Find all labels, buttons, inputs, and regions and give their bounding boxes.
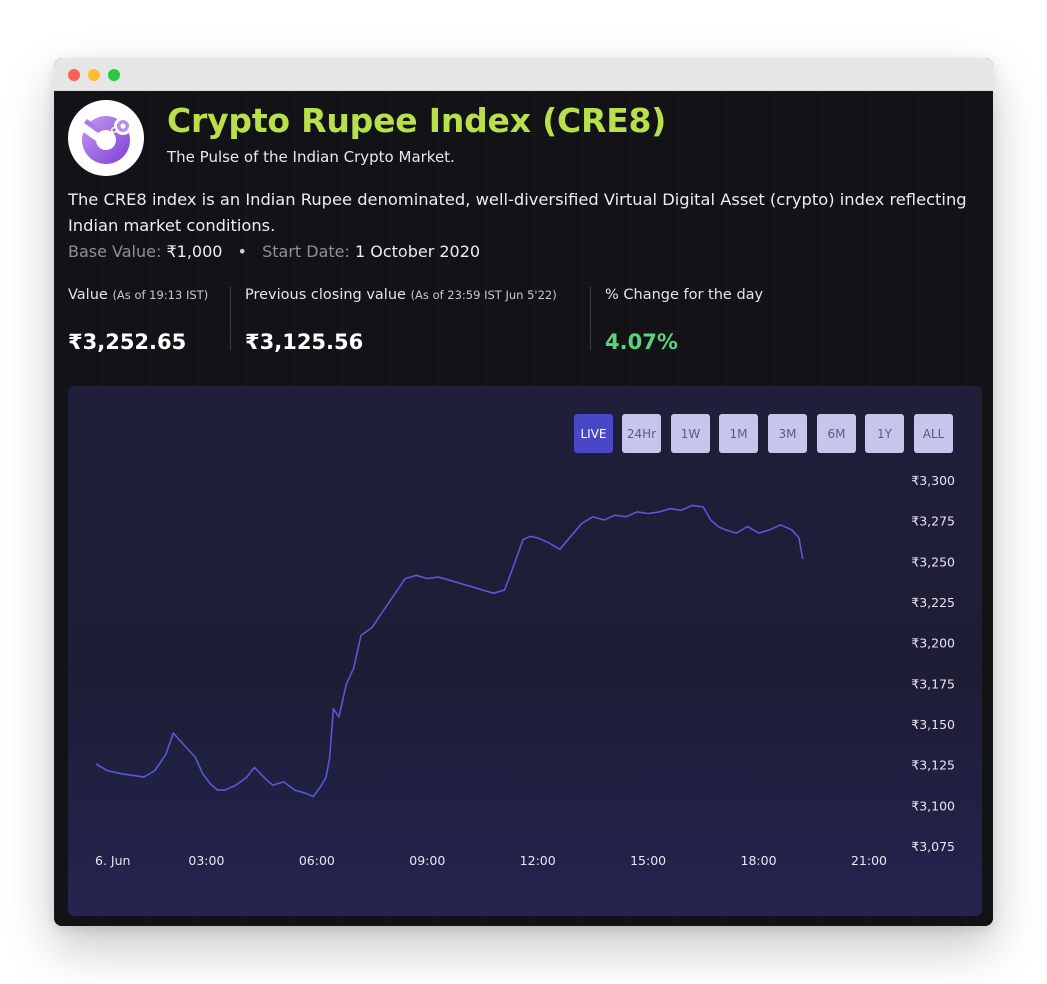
y-tick-label: ₹3,125 bbox=[911, 758, 955, 773]
current-value-timestamp: (As of 19:13 IST) bbox=[112, 288, 209, 302]
index-price-line bbox=[95, 504, 804, 798]
previous-close-timestamp: (As of 23:59 IST Jun 5'22) bbox=[410, 288, 557, 302]
x-tick-label: 15:00 bbox=[630, 853, 666, 868]
window-titlebar bbox=[54, 58, 993, 91]
page-tagline: The Pulse of the Indian Crypto Market. bbox=[167, 148, 455, 166]
stat-divider bbox=[230, 286, 231, 350]
index-meta: Base Value: ₹1,000 • Start Date: 1 Octob… bbox=[68, 242, 480, 261]
stat-divider bbox=[590, 286, 591, 350]
cre8-logo-icon bbox=[68, 100, 144, 176]
y-tick-label: ₹3,225 bbox=[911, 595, 955, 610]
y-tick-label: ₹3,200 bbox=[911, 636, 955, 651]
close-window-button[interactable] bbox=[68, 69, 80, 81]
current-value-label: Value (As of 19:13 IST) bbox=[68, 287, 208, 303]
y-tick-label: ₹3,150 bbox=[911, 717, 955, 732]
page-content: Crypto Rupee Index (CRE8) The Pulse of t… bbox=[54, 91, 993, 926]
previous-close-label: Previous closing value (As of 23:59 IST … bbox=[245, 287, 557, 303]
page-title: Crypto Rupee Index (CRE8) bbox=[167, 101, 667, 140]
x-tick-label: 09:00 bbox=[409, 853, 445, 868]
previous-close-stat: Previous closing value (As of 23:59 IST … bbox=[245, 287, 557, 354]
y-tick-label: ₹3,075 bbox=[911, 839, 955, 854]
current-value-amount: ₹3,252.65 bbox=[68, 330, 187, 354]
previous-close-amount: ₹3,125.56 bbox=[245, 330, 364, 354]
index-description: The CRE8 index is an Indian Rupee denomi… bbox=[68, 190, 967, 235]
y-tick-label: ₹3,100 bbox=[911, 798, 955, 813]
maximize-window-button[interactable] bbox=[108, 69, 120, 81]
x-tick-label: 06:00 bbox=[299, 853, 335, 868]
x-tick-label: 6. Jun bbox=[95, 853, 130, 868]
y-tick-label: ₹3,250 bbox=[911, 554, 955, 569]
y-tick-label: ₹3,275 bbox=[911, 514, 955, 529]
start-date: 1 October 2020 bbox=[354, 242, 481, 261]
x-tick-label: 18:00 bbox=[741, 853, 777, 868]
price-chart[interactable]: ₹3,300 ₹3,275 ₹3,250 ₹3,225 ₹3,200 ₹3,175 ₹3,1… bbox=[68, 386, 982, 916]
meta-separator: • bbox=[237, 242, 247, 261]
day-change-stat: % Change for the day 4.07% bbox=[605, 287, 764, 354]
x-tick-label: 03:00 bbox=[188, 853, 224, 868]
current-value-title: Value bbox=[68, 287, 108, 303]
day-change-label: % Change for the day bbox=[605, 287, 764, 303]
x-tick-label: 21:00 bbox=[851, 853, 887, 868]
y-tick-label: ₹3,300 bbox=[911, 473, 955, 488]
base-value: ₹1,000 bbox=[166, 242, 223, 261]
day-change-amount: 4.07% bbox=[605, 330, 678, 354]
x-tick-label: 12:00 bbox=[520, 853, 556, 868]
current-value-stat: Value (As of 19:13 IST) ₹3,252.65 bbox=[68, 287, 208, 354]
y-tick-label: ₹3,175 bbox=[911, 676, 955, 691]
start-date-label: Start Date: bbox=[262, 242, 350, 261]
minimize-window-button[interactable] bbox=[88, 69, 100, 81]
app-window: Crypto Rupee Index (CRE8) The Pulse of t… bbox=[54, 58, 993, 926]
chart-panel: LIVE 24Hr 1W 1M 3M 6M 1Y ALL ₹3,300 ₹3,27… bbox=[68, 386, 982, 916]
base-value-label: Base Value: bbox=[68, 242, 162, 261]
previous-close-title: Previous closing value bbox=[245, 287, 406, 303]
